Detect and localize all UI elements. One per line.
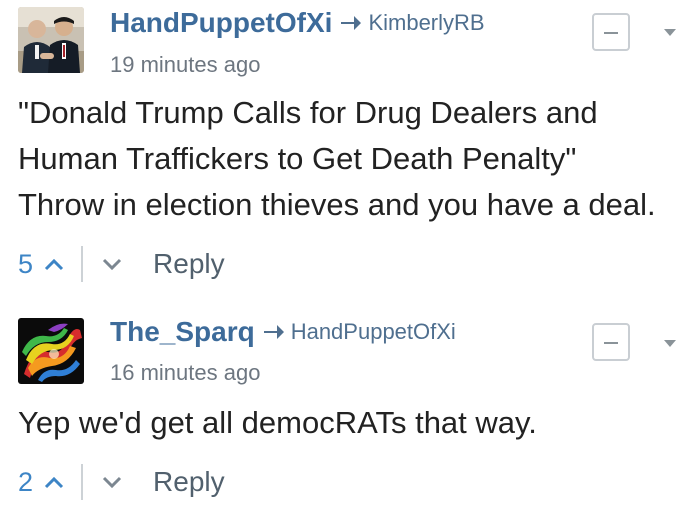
collapse-button[interactable]: [592, 13, 630, 51]
author-name[interactable]: The_Sparq: [110, 316, 255, 348]
author-line: The_Sparq HandPuppetOfXi: [110, 314, 456, 350]
chevron-down-icon[interactable]: [664, 340, 676, 347]
vote-count: 2: [18, 466, 34, 497]
avatar[interactable]: [18, 7, 84, 73]
avatar[interactable]: [18, 318, 84, 384]
reply-arrow-icon: [341, 16, 362, 30]
divider: [81, 464, 84, 500]
upvote-icon[interactable]: [43, 475, 65, 489]
comment-line: "Donald Trump Calls for Drug Dealers and: [18, 95, 598, 130]
comment-line: Throw in election thieves and you have a…: [18, 187, 656, 222]
comment-body: Yep we'd get all democRATs that way.: [18, 400, 678, 446]
vote-count: 5: [18, 248, 34, 279]
comment-body: "Donald Trump Calls for Drug Dealers and…: [18, 90, 678, 228]
downvote-icon[interactable]: [101, 257, 123, 271]
comment-line: Human Traffickers to Get Death Penalty": [18, 141, 577, 176]
divider: [81, 246, 84, 282]
timestamp[interactable]: 19 minutes ago: [110, 52, 260, 78]
collapse-button[interactable]: [592, 323, 630, 361]
reply-button[interactable]: Reply: [153, 248, 225, 280]
user-photo-icon: [18, 7, 84, 73]
chevron-down-icon[interactable]: [664, 29, 676, 36]
reply-to-user[interactable]: HandPuppetOfXi: [291, 319, 456, 345]
downvote-icon[interactable]: [101, 475, 123, 489]
comment-actions: 2 Reply: [18, 462, 225, 502]
rainbow-smoke-icon: [18, 318, 84, 384]
upvote-icon[interactable]: [43, 257, 65, 271]
comment-actions: 5 Reply: [18, 244, 225, 284]
reply-arrow-icon: [263, 325, 284, 339]
author-line: HandPuppetOfXi KimberlyRB: [110, 5, 485, 41]
comment-line: Yep we'd get all democRATs that way.: [18, 405, 537, 440]
reply-button[interactable]: Reply: [153, 466, 225, 498]
reply-to-user[interactable]: KimberlyRB: [368, 10, 484, 36]
author-name[interactable]: HandPuppetOfXi: [110, 7, 332, 39]
timestamp[interactable]: 16 minutes ago: [110, 360, 260, 386]
